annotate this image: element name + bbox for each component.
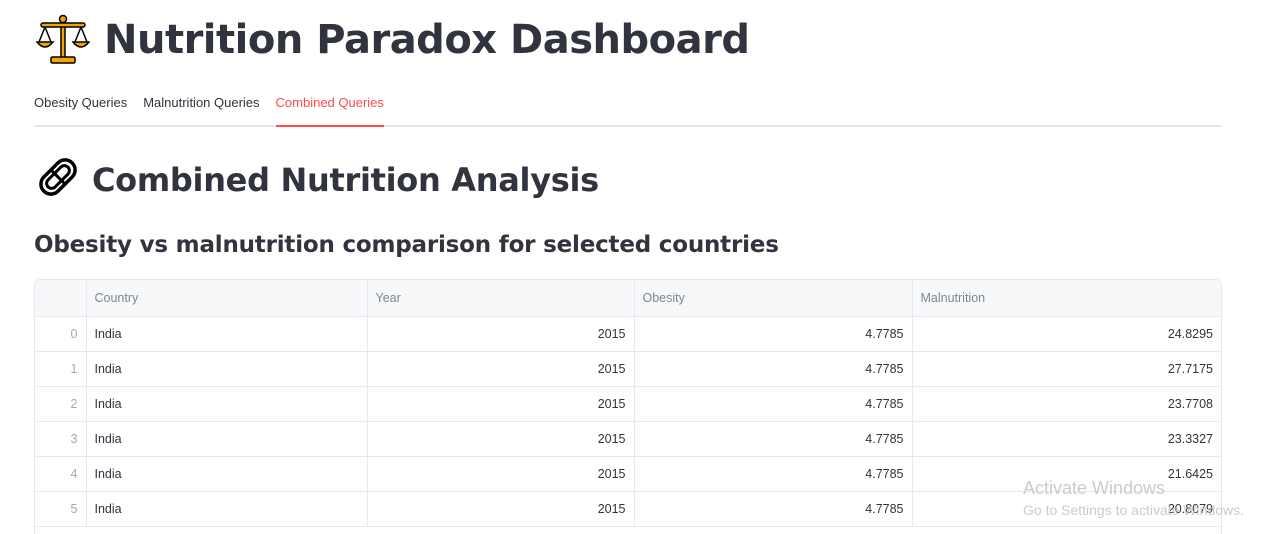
tab-obesity-queries[interactable]: Obesity Queries — [34, 86, 127, 125]
column-header-index[interactable] — [35, 280, 87, 317]
table-row: 3 India 2015 4.7785 23.3327 — [35, 421, 1221, 457]
subheader: Obesity vs malnutrition comparison for s… — [34, 232, 779, 258]
table-row: 2 India 2015 4.7785 23.7708 — [35, 386, 1221, 422]
cell-year[interactable]: 2015 — [367, 491, 635, 527]
cell-malnutrition[interactable]: 21.6425 — [912, 456, 1221, 492]
table-row: 0 India 2015 4.7785 24.8295 — [35, 316, 1221, 352]
cell-year[interactable]: 2015 — [367, 456, 635, 492]
cell-obesity[interactable]: 4.7785 — [634, 456, 913, 492]
cell-obesity[interactable]: 4.7785 — [634, 351, 913, 387]
section-header: Combined Nutrition Analysis — [36, 155, 599, 204]
tab-malnutrition-queries[interactable]: Malnutrition Queries — [143, 86, 259, 125]
cell-malnutrition[interactable]: 23.3327 — [912, 421, 1221, 457]
row-index: 4 — [35, 456, 87, 492]
cell-country[interactable]: India — [86, 491, 368, 527]
cell-obesity[interactable]: 4.7785 — [634, 316, 913, 352]
cell-year[interactable]: 2015 — [367, 316, 635, 352]
cell-malnutrition[interactable]: 24.8295 — [912, 316, 1221, 352]
row-index: 3 — [35, 421, 87, 457]
cell-year[interactable]: 2015 — [367, 351, 635, 387]
section-title: Combined Nutrition Analysis — [92, 160, 599, 199]
cell-country[interactable]: India — [86, 386, 368, 422]
table-header-row: Country Year Obesity Malnutrition — [35, 280, 1221, 317]
data-table[interactable]: Country Year Obesity Malnutrition 0 Indi… — [34, 279, 1222, 534]
pill-icon — [36, 155, 80, 204]
table-row: 5 India 2015 4.7785 20.8079 — [35, 491, 1221, 527]
cell-obesity[interactable]: 4.7785 — [634, 386, 913, 422]
app-header: Nutrition Paradox Dashboard — [36, 14, 750, 66]
table-row: 1 India 2015 4.7785 27.7175 — [35, 351, 1221, 387]
row-index: 2 — [35, 386, 87, 422]
column-header-country[interactable]: Country — [86, 280, 368, 317]
page-title: Nutrition Paradox Dashboard — [104, 17, 750, 63]
row-index: 5 — [35, 491, 87, 527]
cell-country[interactable]: India — [86, 316, 368, 352]
cell-year[interactable]: 2015 — [367, 421, 635, 457]
row-index: 0 — [35, 316, 87, 352]
cell-obesity[interactable]: 4.7785 — [634, 491, 913, 527]
row-index: 1 — [35, 351, 87, 387]
cell-country[interactable]: India — [86, 456, 368, 492]
column-header-year[interactable]: Year — [367, 280, 635, 317]
app-page: Nutrition Paradox Dashboard Obesity Quer… — [0, 0, 1280, 534]
cell-malnutrition[interactable]: 27.7175 — [912, 351, 1221, 387]
cell-obesity[interactable]: 4.7785 — [634, 421, 913, 457]
tab-combined-queries[interactable]: Combined Queries — [275, 86, 385, 127]
column-header-obesity[interactable]: Obesity — [634, 280, 913, 317]
column-header-malnutrition[interactable]: Malnutrition — [912, 280, 1221, 317]
table-row: 4 India 2015 4.7785 21.6425 — [35, 456, 1221, 492]
cell-malnutrition[interactable]: 23.7708 — [912, 386, 1221, 422]
cell-country[interactable]: India — [86, 351, 368, 387]
cell-malnutrition[interactable]: 20.8079 — [912, 491, 1221, 527]
tab-bar: Obesity Queries Malnutrition Queries Com… — [34, 86, 1222, 127]
cell-country[interactable]: India — [86, 421, 368, 457]
cell-year[interactable]: 2015 — [367, 386, 635, 422]
balance-scale-icon — [36, 14, 90, 66]
